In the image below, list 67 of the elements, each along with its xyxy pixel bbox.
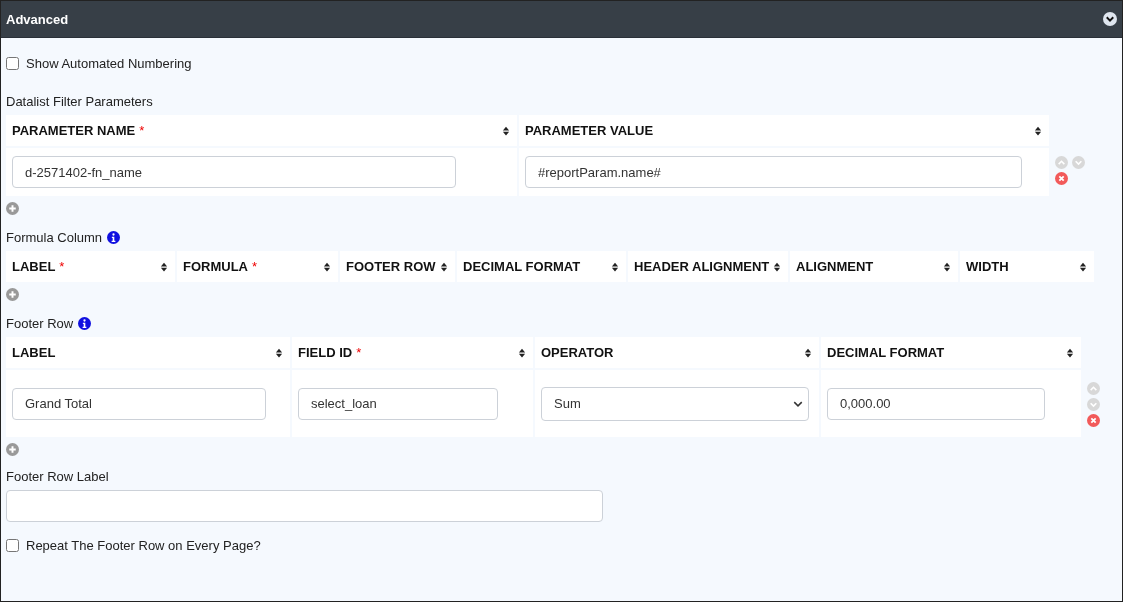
section-label: Formula Column (6, 229, 103, 245)
section-label: Footer Row (6, 315, 74, 331)
column-title: DECIMAL FORMAT (463, 259, 581, 274)
text-field[interactable] (6, 490, 603, 522)
column-header[interactable]: LABEL (6, 337, 290, 368)
column-title: DECIMAL FORMAT (827, 345, 945, 360)
column-header[interactable]: LABEL * (6, 251, 175, 282)
column-header[interactable]: FORMULA * (177, 251, 338, 282)
column-header[interactable]: FIELD ID * (292, 337, 533, 368)
sort-icon[interactable] (274, 346, 284, 359)
required-mark: * (139, 123, 145, 138)
checkbox-label: Repeat The Footer Row on Every Page? (26, 537, 261, 553)
text-field[interactable]: d-2571402-fn_name (12, 156, 456, 188)
column-title: ALIGNMENT (796, 259, 874, 274)
column-title: FOOTER ROW (346, 259, 436, 274)
column-header[interactable]: PARAMETER VALUE (519, 115, 1049, 146)
column-header[interactable]: ALIGNMENT (790, 251, 958, 282)
info-icon[interactable] (107, 230, 121, 244)
required-mark: * (252, 259, 258, 274)
dropdown[interactable]: Sum (541, 386, 809, 421)
column-title: WIDTH (966, 259, 1009, 274)
sort-icon[interactable] (517, 346, 527, 359)
column-title: LABEL (12, 259, 56, 274)
field-label: Footer Row Label (6, 469, 110, 484)
sort-icon[interactable] (322, 260, 332, 273)
add-icon[interactable] (6, 288, 19, 301)
column-title: LABEL (12, 345, 56, 360)
column-header[interactable]: HEADER ALIGNMENT (628, 251, 788, 282)
sort-icon[interactable] (803, 346, 813, 359)
column-title: PARAMETER VALUE (525, 123, 654, 138)
text-field[interactable]: select_loan (298, 387, 498, 420)
column-title: OPERATOR (541, 345, 614, 360)
panel-title: Advanced (6, 11, 69, 27)
sort-icon[interactable] (439, 260, 449, 273)
sort-icon[interactable] (159, 260, 169, 273)
text-field[interactable]: 0,000.00 (827, 387, 1045, 420)
column-title: HEADER ALIGNMENT (634, 259, 770, 274)
text-field[interactable]: #reportParam.name# (525, 156, 1022, 188)
add-icon[interactable] (6, 443, 19, 456)
checkbox-label: Show Automated Numbering (26, 55, 192, 71)
sort-icon[interactable] (1065, 346, 1075, 359)
info-icon[interactable] (78, 316, 92, 330)
text-field[interactable]: Grand Total (12, 387, 266, 420)
column-title: FIELD ID (298, 345, 353, 360)
chevron-icon[interactable] (1103, 12, 1117, 26)
column-header[interactable]: DECIMAL FORMAT (821, 337, 1081, 368)
column-title: FORMULA (183, 259, 248, 274)
delete-icon[interactable] (1087, 414, 1100, 427)
add-icon[interactable] (6, 202, 19, 215)
sort-icon[interactable] (610, 260, 620, 273)
delete-icon[interactable] (1055, 172, 1068, 185)
required-mark: * (356, 345, 362, 360)
sort-icon[interactable] (942, 260, 952, 273)
checkbox[interactable] (6, 56, 19, 70)
column-header[interactable]: FOOTER ROW (340, 251, 455, 282)
sort-icon[interactable] (1033, 124, 1043, 137)
column-header[interactable]: OPERATOR (535, 337, 819, 368)
column-header[interactable]: WIDTH (960, 251, 1094, 282)
sort-icon[interactable] (501, 124, 511, 137)
required-mark: * (59, 259, 65, 274)
column-header[interactable]: PARAMETER NAME * (6, 115, 517, 146)
sort-icon[interactable] (1078, 260, 1088, 273)
checkbox[interactable] (6, 538, 19, 552)
sort-icon[interactable] (772, 260, 782, 273)
section-label: Datalist Filter Parameters (6, 93, 153, 109)
column-title: PARAMETER NAME (12, 123, 136, 138)
column-header[interactable]: DECIMAL FORMAT (457, 251, 626, 282)
